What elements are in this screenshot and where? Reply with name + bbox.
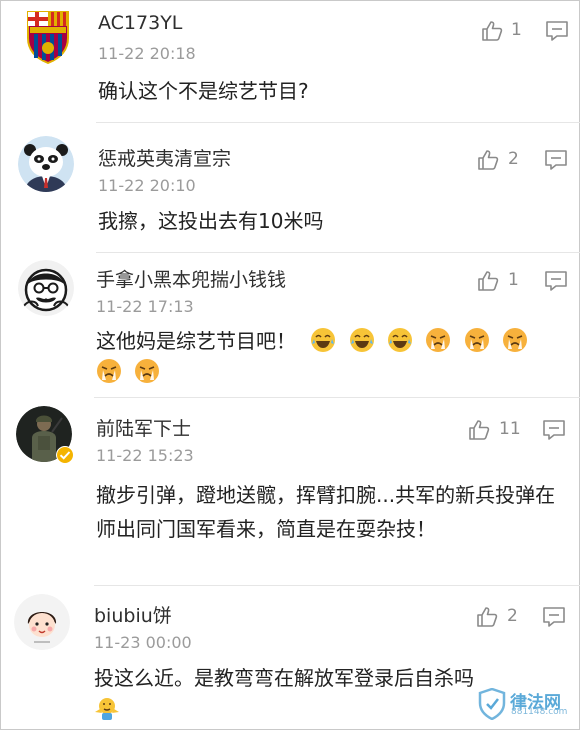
- comment-timestamp: 11-23 00:00: [94, 633, 192, 652]
- comment-timestamp: 11-22 20:18: [98, 44, 196, 63]
- reply-comment-icon[interactable]: [544, 149, 568, 171]
- like-count: 2: [508, 149, 519, 169]
- comment-username[interactable]: AC173YL: [98, 12, 182, 34]
- thumbs-up-icon[interactable]: [476, 148, 500, 172]
- verified-badge-icon: [56, 446, 74, 464]
- thumbs-up-icon[interactable]: [467, 418, 491, 442]
- reply-comment-icon[interactable]: [545, 20, 569, 42]
- divider: [96, 122, 580, 123]
- laugh-cry-emoji-icon: [349, 327, 375, 353]
- comment-timestamp: 11-22 15:23: [96, 446, 194, 465]
- like-count: 11: [499, 419, 521, 439]
- like-count: 2: [507, 606, 518, 626]
- divider: [94, 585, 580, 586]
- thumbs-up-icon[interactable]: [475, 605, 499, 629]
- comment-text: 我擦，这投出去有10米吗: [98, 209, 324, 233]
- comment-timestamp: 11-22 17:13: [96, 297, 194, 316]
- thumbs-up-icon[interactable]: [480, 19, 504, 43]
- comment-text: 确认这个不是综艺节目?: [98, 79, 309, 103]
- crying-emoji-icon: [502, 327, 528, 353]
- panda-in-suit-avatar[interactable]: [18, 136, 74, 192]
- comment-username[interactable]: 前陆军下士: [96, 414, 191, 441]
- comment-username[interactable]: 手拿小黑本兜揣小钱钱: [96, 265, 286, 292]
- laugh-cry-emoji-icon: [387, 327, 413, 353]
- comment-text-content: 这他妈是综艺节目吧！: [96, 329, 296, 353]
- site-watermark: 律法网 881148.com: [478, 687, 574, 722]
- laugh-cry-emoji-icon: [310, 327, 336, 353]
- comment-text: 撤步引弹，蹬地送髋，挥臂扣腕...共军的新兵投弹在师出同门国军看来，简直是在耍杂…: [96, 483, 556, 541]
- comment-username[interactable]: biubiu饼: [94, 601, 172, 628]
- divider: [94, 397, 580, 398]
- cartoon-face-avatar[interactable]: [18, 260, 74, 316]
- crying-emoji-icon: [464, 327, 490, 353]
- crying-emoji-icon: [425, 327, 451, 353]
- shrug-emoji-icon: [94, 695, 120, 721]
- comment-text: 这他妈是综艺节目吧！: [96, 326, 556, 388]
- comment-timestamp: 11-22 20:10: [98, 176, 196, 195]
- comment-username[interactable]: 惩戒英夷清宣宗: [98, 144, 231, 171]
- divider: [96, 252, 580, 253]
- reply-comment-icon[interactable]: [542, 419, 566, 441]
- like-count: 1: [508, 270, 519, 290]
- fc-barcelona-crest-avatar[interactable]: [20, 8, 76, 64]
- cartoon-girl-avatar[interactable]: [14, 594, 70, 650]
- reply-comment-icon[interactable]: [542, 606, 566, 628]
- reply-comment-icon[interactable]: [544, 270, 568, 292]
- comment-text-content: 投这么近。是教弯弯在解放军登录后自杀吗: [94, 666, 474, 690]
- crying-emoji-icon: [134, 358, 160, 384]
- watermark-url: 881148.com: [511, 707, 568, 717]
- shield-logo-icon: [478, 687, 506, 721]
- like-count: 1: [511, 20, 522, 40]
- thumbs-up-icon[interactable]: [476, 269, 500, 293]
- crying-emoji-icon: [96, 358, 122, 384]
